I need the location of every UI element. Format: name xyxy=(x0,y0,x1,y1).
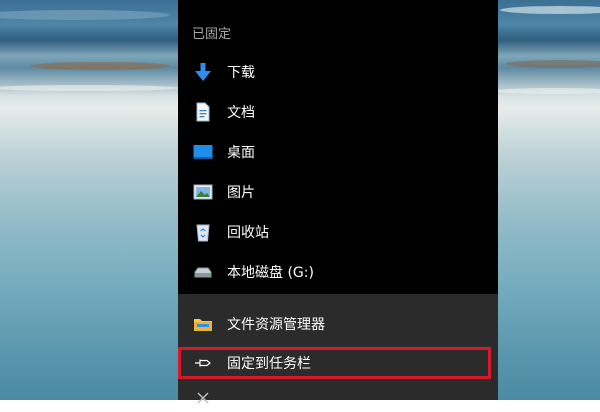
action-partially-visible[interactable] xyxy=(178,388,498,412)
action-label: 文件资源管理器 xyxy=(227,317,325,333)
pinned-item-local-disk[interactable]: 本地磁盘 (G:) xyxy=(178,252,498,292)
document-icon xyxy=(193,102,213,122)
action-file-explorer[interactable]: 文件资源管理器 xyxy=(178,304,498,344)
pinned-item-pictures[interactable]: 图片 xyxy=(178,172,498,212)
wallpaper-wave xyxy=(505,60,600,68)
action-label: 固定到任务栏 xyxy=(227,356,311,372)
pinned-item-desktop[interactable]: 桌面 xyxy=(178,132,498,172)
recycle-bin-icon xyxy=(193,222,213,242)
pinned-item-label: 回收站 xyxy=(227,225,269,241)
file-explorer-icon xyxy=(193,314,213,334)
local-disk-icon xyxy=(193,262,213,282)
action-pin-to-taskbar[interactable]: 固定到任务栏 xyxy=(178,345,498,381)
pinned-item-recycle-bin[interactable]: 回收站 xyxy=(178,212,498,252)
close-icon xyxy=(193,388,213,408)
wallpaper-foam xyxy=(495,88,600,94)
pinned-item-downloads[interactable]: 下载 xyxy=(178,52,498,92)
pinned-item-documents[interactable]: 文档 xyxy=(178,92,498,132)
pinned-item-label: 本地磁盘 (G:) xyxy=(227,265,314,281)
pinned-item-label: 文档 xyxy=(227,105,255,121)
wallpaper-wave xyxy=(0,10,170,20)
pinned-item-label: 桌面 xyxy=(227,145,255,161)
download-arrow-icon xyxy=(193,62,213,82)
pictures-icon xyxy=(193,182,213,202)
pinned-item-label: 下载 xyxy=(227,65,255,81)
pinned-section-header: 已固定 xyxy=(192,27,232,42)
pinned-item-label: 图片 xyxy=(227,185,255,201)
wallpaper-foam xyxy=(0,85,180,91)
pinned-section: 已固定 下载 文档 桌面 图片 回收站 本地磁盘 (G:) xyxy=(178,0,498,294)
wallpaper-wave xyxy=(500,6,600,14)
pin-icon xyxy=(193,353,213,373)
desktop-icon xyxy=(193,142,213,162)
wallpaper-wave xyxy=(30,62,170,70)
jump-list-menu: 已固定 下载 文档 桌面 图片 回收站 本地磁盘 (G:) 文件资源管理器 固定… xyxy=(178,0,498,404)
